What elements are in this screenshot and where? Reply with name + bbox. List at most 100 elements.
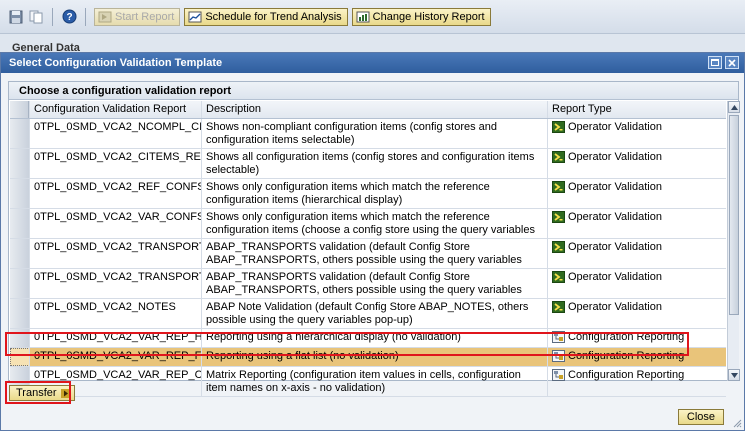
toolbar-separator (52, 7, 53, 26)
column-header-type[interactable]: Report Type (548, 101, 726, 118)
report-name-cell: 0TPL_0SMD_VCA2_CITEMS_REF (30, 149, 202, 178)
configuration-reporting-icon (552, 350, 565, 366)
report-name-cell: 0TPL_0SMD_VCA2_VAR_CONFSTO... (30, 209, 202, 238)
select-all-column[interactable] (10, 101, 30, 118)
history-report-icon (356, 11, 370, 22)
report-type-cell: Operator Validation (548, 119, 726, 148)
table-row[interactable]: 0TPL_0SMD_VCA2_VAR_CONFSTO...Shows only … (10, 209, 726, 239)
start-report-label: Start Report (115, 10, 175, 23)
table-header-row: Configuration Validation Report Descript… (10, 101, 726, 119)
description-cell: Shows only configuration items which mat… (202, 209, 548, 238)
save-icon[interactable] (8, 9, 24, 25)
toolbar-separator (85, 7, 86, 26)
start-report-button[interactable]: Start Report (94, 7, 181, 26)
description-cell: Shows only configuration items which mat… (202, 179, 548, 208)
table-row[interactable]: 0TPL_0SMD_VCA2_TRANSPORTS_EXPABAP_TRANSP… (10, 269, 726, 299)
report-type-label: Operator Validation (568, 211, 662, 223)
row-selector[interactable] (10, 119, 30, 148)
report-type-label: Configuration Reporting (568, 331, 685, 343)
operator-validation-icon (552, 241, 565, 268)
report-type-cell: Operator Validation (548, 149, 726, 178)
row-selector[interactable] (10, 329, 30, 347)
report-type-label: Operator Validation (568, 151, 662, 163)
vertical-scrollbar[interactable] (727, 101, 740, 381)
scroll-up-icon[interactable] (728, 101, 740, 113)
table-row[interactable]: 0TPL_0SMD_VCA2_REF_CONFSTORESShows only … (10, 179, 726, 209)
report-type-cell: Configuration Reporting (548, 367, 726, 396)
description-cell: Shows non-compliant configuration items … (202, 119, 548, 148)
row-selector[interactable] (10, 269, 30, 298)
table-row[interactable]: 0TPL_0SMD_VCA2_NCOMPL_CI_REFShows non-co… (10, 119, 726, 149)
description-cell: Reporting using a hierarchical display (… (202, 329, 548, 347)
report-type-label: Operator Validation (568, 181, 662, 193)
trend-chart-icon (188, 11, 202, 22)
resize-grip-icon[interactable] (732, 418, 742, 428)
report-type-cell: Operator Validation (548, 299, 726, 328)
report-name-cell: 0TPL_0SMD_VCA2_NCOMPL_CI_REF (30, 119, 202, 148)
report-type-cell: Operator Validation (548, 239, 726, 268)
change-history-button[interactable]: Change History Report (351, 7, 491, 26)
description-cell: Reporting using a flat list (no validati… (202, 348, 548, 366)
close-button[interactable]: Close (677, 409, 724, 425)
report-type-label: Operator Validation (568, 121, 662, 133)
row-selector[interactable] (10, 299, 30, 328)
schedule-trend-button[interactable]: Schedule for Trend Analysis (184, 7, 348, 26)
operator-validation-icon (552, 271, 565, 298)
table-row[interactable]: 0TPL_0SMD_VCA2_VAR_REP_FLATReporting usi… (10, 348, 726, 367)
row-selector[interactable] (10, 239, 30, 268)
report-tray: Choose a configuration validation report… (8, 81, 740, 397)
report-type-label: Operator Validation (568, 241, 662, 253)
scroll-thumb[interactable] (729, 115, 739, 315)
row-selector[interactable] (10, 179, 30, 208)
report-type-label: Configuration Reporting (568, 350, 685, 362)
row-selector[interactable] (10, 348, 30, 366)
schedule-trend-label: Schedule for Trend Analysis (205, 10, 342, 23)
report-table: Configuration Validation Report Descript… (10, 101, 726, 397)
description-cell: ABAP_TRANSPORTS validation (default Conf… (202, 269, 548, 298)
operator-validation-icon (552, 301, 565, 328)
table-row[interactable]: 0TPL_0SMD_VCA2_TRANSPORTS ABAP_TRANSPORTS… (10, 239, 726, 269)
report-name-cell: 0TPL_0SMD_VCA2_TRANSPORTS (30, 239, 202, 268)
transfer-button[interactable]: Transfer (9, 385, 75, 401)
table-row[interactable]: 0TPL_0SMD_VCA2_NOTES ABAP Note Validation… (10, 299, 726, 329)
description-cell: ABAP Note Validation (default Config Sto… (202, 299, 548, 328)
description-cell: Shows all configuration items (config st… (202, 149, 548, 178)
column-header-report[interactable]: Configuration Validation Report (30, 101, 202, 118)
close-icon[interactable] (725, 56, 739, 69)
operator-validation-icon (552, 181, 565, 208)
report-type-label: Configuration Reporting (568, 369, 685, 381)
table-row[interactable]: 0TPL_0SMD_VCA2_CITEMS_REF Shows all confi… (10, 149, 726, 179)
svg-text:?: ? (66, 12, 72, 23)
application-toolbar: ? Start Report Schedule for Trend Analys… (0, 0, 745, 34)
configuration-reporting-icon (552, 369, 565, 396)
report-name-cell: 0TPL_0SMD_VCA2_VAR_REP_FLAT (30, 348, 202, 366)
dialog-title: Select Configuration Validation Template (9, 57, 223, 69)
report-type-label: Operator Validation (568, 301, 662, 313)
description-cell: Matrix Reporting (configuration item val… (202, 367, 548, 396)
report-type-cell: Operator Validation (548, 179, 726, 208)
dialog-title-bar: Select Configuration Validation Template (1, 53, 744, 73)
maximize-icon[interactable] (708, 56, 722, 69)
row-selector[interactable] (10, 149, 30, 178)
report-name-cell: 0TPL_0SMD_VCA2_TRANSPORTS_EXP (30, 269, 202, 298)
report-name-cell: 0TPL_0SMD_VCA2_REF_CONFSTORES (30, 179, 202, 208)
report-name-cell: 0TPL_0SMD_VCA2_VAR_REP_HIER (30, 329, 202, 347)
report-type-label: Operator Validation (568, 271, 662, 283)
scroll-down-icon[interactable] (728, 369, 740, 381)
copy-icon[interactable] (28, 9, 44, 25)
operator-validation-icon (552, 211, 565, 238)
description-cell: ABAP_TRANSPORTS validation (default Conf… (202, 239, 548, 268)
operator-validation-icon (552, 151, 565, 178)
report-type-cell: Operator Validation (548, 209, 726, 238)
table-row[interactable]: 0TPL_0SMD_VCA2_VAR_REP_CELLMatrix Report… (10, 367, 726, 397)
change-history-label: Change History Report (372, 10, 485, 23)
tray-title: Choose a configuration validation report (9, 82, 738, 100)
select-template-dialog: Select Configuration Validation Template… (0, 52, 745, 431)
column-header-description[interactable]: Description (202, 101, 548, 118)
help-icon[interactable]: ? (61, 9, 77, 25)
table-row[interactable]: 0TPL_0SMD_VCA2_VAR_REP_HIERReporting usi… (10, 329, 726, 348)
report-name-cell: 0TPL_0SMD_VCA2_NOTES (30, 299, 202, 328)
row-selector[interactable] (10, 209, 30, 238)
configuration-reporting-icon (552, 331, 565, 347)
arrow-right-icon (60, 388, 70, 398)
